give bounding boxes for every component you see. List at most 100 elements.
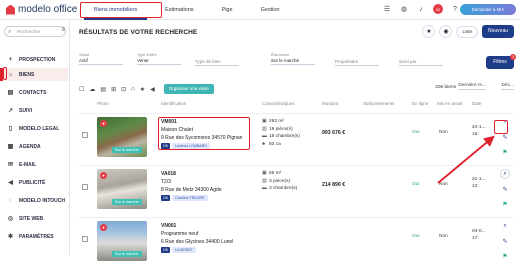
view-search-icon[interactable]: ⌕	[500, 169, 510, 179]
sidebar-search-input[interactable]: ⌕ Rechercher	[4, 26, 66, 37]
megaphone-icon[interactable]: ◀	[150, 86, 155, 93]
sidebar-item-label: CONTACTS	[19, 89, 47, 96]
land-icon: ♣	[262, 141, 266, 147]
table-row[interactable]: ♥ Sur le marché VA018 T2/3 8 Rue de Metz…	[79, 165, 514, 213]
filter-type-offre[interactable]: Type d'offre Vente	[137, 53, 181, 65]
table-row[interactable]: ♥ Sur le marché VM001 Maison Chalet 9 Ru…	[79, 113, 514, 161]
status-tag: Sur le marché	[112, 199, 142, 205]
flag-icon[interactable]: ⚑	[500, 251, 510, 261]
row-actions: ⌕ ✎ ⚑	[498, 117, 512, 157]
tab-pige[interactable]: Pige	[208, 0, 247, 20]
identification-cell[interactable]: VN001 Programme neuf 6 Rue des Glycines …	[161, 222, 233, 253]
favorite-icon[interactable]: ♥	[100, 120, 107, 127]
property-photo[interactable]: ♥ Sur le marché	[97, 221, 147, 261]
sidebar-item-modelo-intouch[interactable]: ◌ MODELO INTOUCH	[4, 194, 68, 207]
document-icon: ▯	[8, 126, 13, 132]
filters-button[interactable]: Filtres 3	[486, 54, 516, 69]
rooms-value: 3 pièce(s)	[269, 178, 291, 184]
sidebar-item-parametres[interactable]: ✱ PARAMÈTRES	[4, 230, 68, 243]
tab-biens-immobiliers[interactable]: Biens immobiliers	[80, 0, 151, 20]
agent-chip[interactable]: Lili BODET	[172, 247, 196, 253]
favorite-icon[interactable]: ♥	[100, 172, 107, 179]
star-icon[interactable]: ★	[140, 86, 145, 93]
document-icon[interactable]: ▤	[100, 86, 106, 93]
view-search-icon[interactable]: ⌕	[500, 221, 510, 231]
filter-suivi-par[interactable]: Suivi par	[399, 58, 443, 66]
search-icon: ⌕	[8, 29, 12, 35]
eye-icon[interactable]: ◉	[439, 25, 453, 38]
page-title: RÉSULTATS DE VOTRE RECHERCHE	[79, 29, 198, 36]
sidebar-item-contacts[interactable]: ▤ CONTACTS	[4, 86, 68, 99]
filter-type-bien[interactable]: Type de bien	[195, 58, 239, 66]
cloud-upload-icon[interactable]: ☁	[89, 86, 95, 93]
featured-cell: Non	[439, 234, 448, 239]
help-icon[interactable]: ?	[450, 4, 460, 14]
table-row[interactable]: ♥ Sur le marché VN001 Programme neuf 6 R…	[79, 217, 514, 265]
sidebar-item-biens[interactable]: ⌂ BIENS	[0, 68, 68, 81]
plus-icon: +	[8, 56, 13, 63]
filter-label: Type d'offre	[137, 53, 157, 57]
favorite-icon[interactable]: ♥	[100, 224, 107, 231]
property-photo[interactable]: ♥ Sur le marché	[97, 169, 147, 209]
filter-proprietaire[interactable]: Propriétaire	[335, 58, 379, 66]
cart-icon[interactable]: ⊞	[111, 86, 116, 93]
app-logo[interactable]: modelo office	[6, 4, 77, 15]
agent-chip[interactable]: Caroline TRAORE	[172, 195, 208, 201]
notification-badge[interactable]: 20	[433, 4, 443, 14]
row-checkbox[interactable]	[82, 236, 88, 242]
result-count: 206 biens	[435, 85, 456, 90]
filters-badge: 3	[510, 54, 516, 60]
collapse-menu-icon[interactable]: ≡	[61, 27, 65, 33]
sidebar-item-modelo-legal[interactable]: ▯ MODELO LEGAL	[4, 122, 68, 135]
sort-order-select[interactable]: Déc...	[501, 83, 514, 90]
property-address: 8 Rue de Metz 34300 Agde	[161, 187, 222, 193]
star-icon[interactable]: ★	[422, 25, 436, 38]
row-checkbox[interactable]	[82, 132, 88, 138]
sidebar-item-publicite[interactable]: ◀ PUBLICITÉ	[4, 176, 68, 189]
sidebar-item-site-web[interactable]: ◎ SITE WEB	[4, 212, 68, 225]
menu-grid-icon[interactable]: ☰	[382, 4, 392, 14]
sort-field-value: Dernière m...	[458, 83, 486, 90]
view-search-icon[interactable]: ⌕	[500, 117, 510, 127]
globe-icon[interactable]: ◍	[399, 4, 409, 14]
edit-pencil-icon[interactable]: ✎	[500, 132, 510, 142]
house-icon[interactable]: ⌂	[131, 86, 135, 92]
sidebar: ⌕ Rechercher ≡ + PROSPECTION ⌂ BIENS ▤ CONT…	[0, 21, 70, 255]
identification-cell[interactable]: VM001 Maison Chalet 9 Rue des Sycomores …	[161, 118, 242, 149]
new-button[interactable]: Nouveau	[481, 25, 514, 38]
select-all-checkbox[interactable]: ☐	[79, 86, 84, 93]
organize-visit-button[interactable]: Organiser une visite	[163, 84, 214, 94]
filter-etat[interactable]: État actuel Sur le marché	[271, 53, 315, 65]
filter-bar: Statut Actif Type d'offre Vente Type de bi…	[79, 53, 516, 69]
edit-pencil-icon[interactable]: ✎	[500, 184, 510, 194]
sidebar-item-label: MODELO LEGAL	[19, 125, 60, 132]
agent-chip[interactable]: Lorenzo LOMBARD	[172, 143, 210, 149]
status-chip: OK	[161, 195, 171, 201]
sidebar-item-suivi[interactable]: ↗ SUIVI	[4, 104, 68, 117]
property-photo[interactable]: ♥ Sur le marché	[97, 117, 147, 157]
surface-icon: ▣	[262, 119, 267, 124]
filter-statut[interactable]: Statut Actif	[79, 53, 123, 65]
flag-icon[interactable]: ⚑	[500, 147, 510, 157]
ask-mia-button[interactable]: Demander à MIA	[460, 4, 516, 15]
edit-pencil-icon[interactable]: ✎	[500, 236, 510, 246]
sort-field-select[interactable]: Dernière m...	[458, 83, 486, 90]
sidebar-item-prospection[interactable]: + PROSPECTION	[4, 53, 68, 66]
row-checkbox[interactable]	[82, 184, 88, 190]
rooms-icon: ▥	[262, 178, 267, 184]
view-select[interactable]: Liste	[456, 25, 478, 38]
sidebar-item-label: PUBLICITÉ	[19, 179, 46, 186]
flag-icon[interactable]: ⚑	[500, 199, 510, 209]
property-name: T2/3	[161, 179, 172, 185]
tab-estimations[interactable]: Estimations	[151, 0, 207, 20]
car-icon[interactable]: ⊡	[121, 86, 126, 93]
sidebar-item-email[interactable]: ✉ E-MAIL	[4, 158, 68, 171]
date-cell: 21-1... 12:	[472, 176, 486, 190]
property-address: 6 Rue des Glycines 34400 Lunel	[161, 239, 234, 245]
sort-order-value: Déc...	[501, 83, 514, 90]
identification-cell[interactable]: VA018 T2/3 8 Rue de Metz 34300 Agde OK Ca…	[161, 170, 222, 201]
tab-gestion[interactable]: Gestion	[247, 0, 294, 20]
bell-icon[interactable]: ♪	[416, 4, 426, 14]
characteristics-cell: ▣ 292 m² ▥ 19 pièce(s) ▬ 18 chambre(s) ♣ 83 …	[262, 118, 300, 148]
sidebar-item-agenda[interactable]: ▦ AGENDA	[4, 140, 68, 153]
